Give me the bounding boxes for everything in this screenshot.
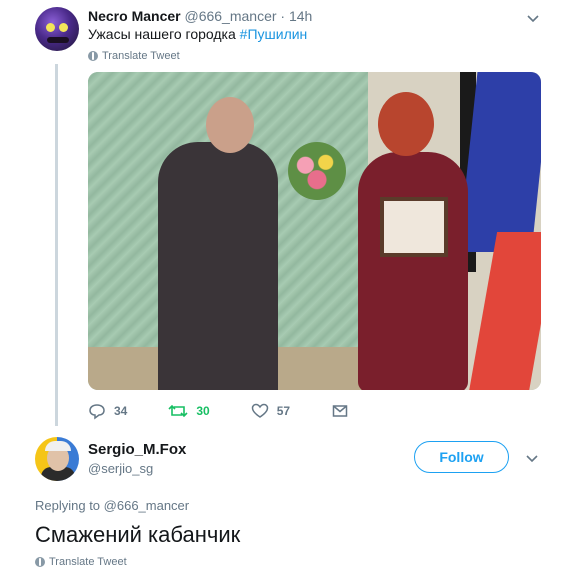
tweet-text: Ужасы нашего городка #Пушилин — [88, 26, 308, 42]
author-handle[interactable]: @666_mancer — [184, 8, 276, 24]
retweet-count: 30 — [196, 404, 210, 418]
like-icon — [251, 403, 268, 418]
reply-button[interactable]: 34 — [88, 402, 127, 420]
tweet-actions: 34 30 57 — [88, 402, 390, 420]
follow-button[interactable]: Follow — [414, 441, 509, 473]
avatar[interactable] — [35, 437, 79, 481]
retweet-icon — [168, 404, 188, 418]
globe-icon — [88, 51, 98, 61]
replying-to: Replying to @666_mancer — [35, 498, 190, 513]
share-icon — [332, 405, 348, 417]
replying-to-handle[interactable]: @666_mancer — [104, 498, 189, 513]
hashtag-link[interactable]: #Пушилин — [240, 26, 308, 42]
like-button[interactable]: 57 — [251, 402, 290, 420]
author-name[interactable]: Sergio_M.Fox — [88, 441, 186, 458]
chevron-down-icon[interactable] — [524, 450, 540, 466]
chevron-down-icon[interactable] — [525, 10, 541, 26]
avatar[interactable] — [35, 7, 79, 51]
share-button[interactable] — [331, 402, 349, 420]
translate-tweet-link[interactable]: Translate Tweet — [88, 50, 180, 62]
author-name[interactable]: Necro Mancer — [88, 8, 181, 24]
retweet-button[interactable]: 30 — [168, 402, 210, 420]
author-handle[interactable]: @serjio_sg — [88, 461, 153, 476]
like-count: 57 — [276, 404, 291, 418]
tweet-photo[interactable] — [88, 72, 541, 390]
reply-count: 34 — [114, 404, 128, 418]
globe-icon — [35, 557, 45, 567]
thread-connector-line — [55, 64, 58, 426]
tweet-header: Necro Mancer @666_mancer · 14h — [88, 8, 312, 24]
tweet-time[interactable]: · 14h — [280, 8, 312, 24]
tweet-text: Смажений кабанчик — [35, 522, 241, 547]
translate-tweet-link[interactable]: Translate Tweet — [35, 556, 127, 568]
reply-icon — [89, 404, 105, 420]
